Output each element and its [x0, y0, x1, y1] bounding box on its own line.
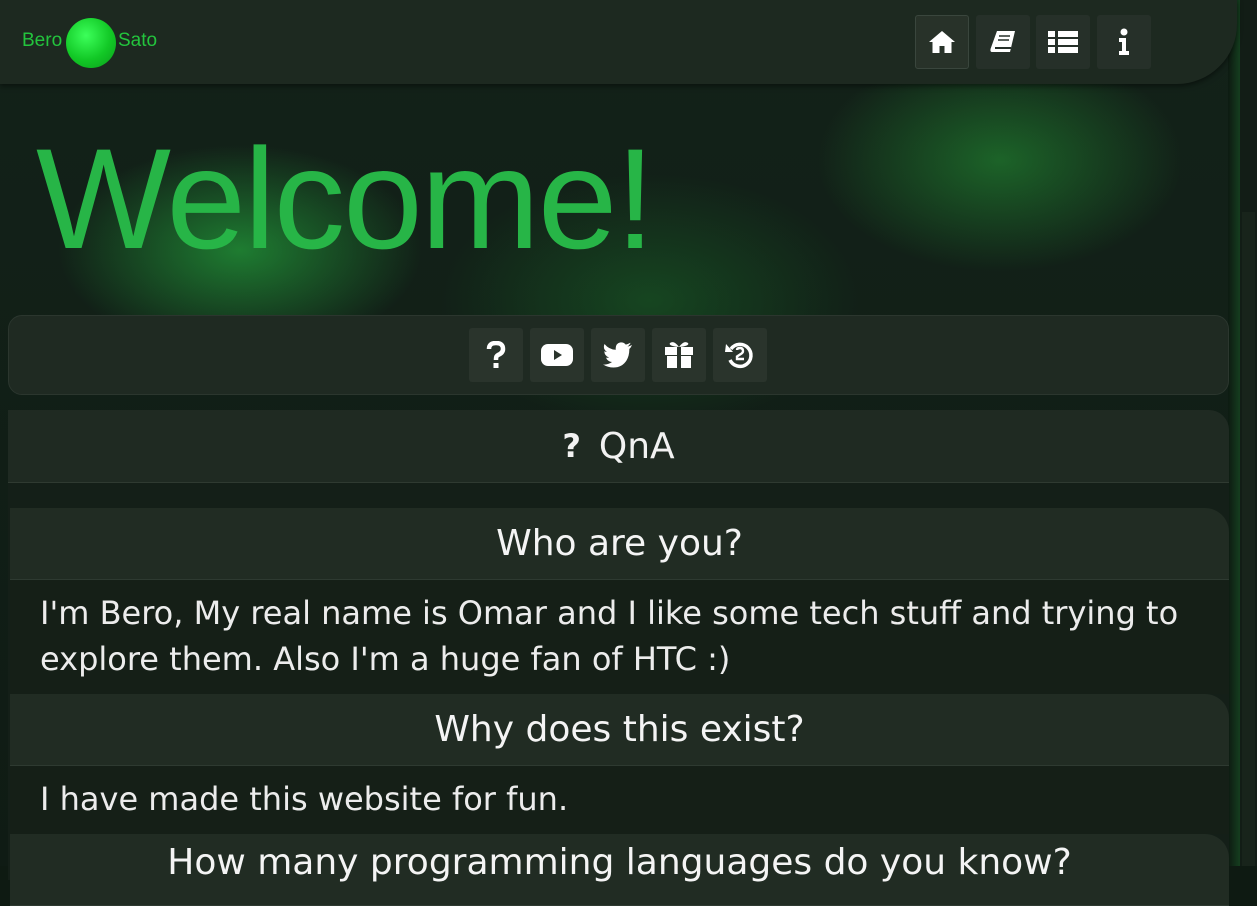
answer-who-are-you: I'm Bero, My real name is Omar and I lik… — [10, 580, 1229, 694]
top-header: Bero Sato — [0, 0, 1237, 84]
book-icon — [990, 31, 1015, 52]
logo-text-right: Sato — [118, 30, 158, 51]
question-icon: ? — [562, 427, 581, 465]
info-icon — [1119, 28, 1129, 55]
nav-book-button[interactable] — [976, 15, 1030, 69]
qna-section: ? QnA Who are you? I'm Bero, My real nam… — [8, 410, 1229, 906]
youtube-link-button[interactable] — [530, 328, 584, 382]
scrollbar-track[interactable] — [1240, 0, 1257, 866]
social-links-bar — [8, 315, 1229, 395]
gift-icon — [665, 342, 693, 368]
question-programming-languages[interactable]: How many programming languages do you kn… — [10, 834, 1229, 906]
gift-link-button[interactable] — [652, 328, 706, 382]
question-icon — [486, 341, 506, 368]
list-icon — [1048, 31, 1078, 53]
history-link-button[interactable] — [713, 328, 767, 382]
history-icon — [725, 342, 753, 369]
qna-title: QnA — [598, 425, 675, 467]
twitter-link-button[interactable] — [591, 328, 645, 382]
scrollbar-thumb[interactable] — [1242, 212, 1255, 866]
nav-list-button[interactable] — [1036, 15, 1090, 69]
question-why-exist[interactable]: Why does this exist? — [10, 694, 1229, 766]
page-title: Welcome! — [36, 120, 655, 279]
answer-why-exist: I have made this website for fun. — [10, 766, 1229, 834]
twitter-icon — [603, 342, 632, 368]
nav-info-button[interactable] — [1097, 15, 1151, 69]
question-who-are-you[interactable]: Who are you? — [10, 508, 1229, 580]
qna-link-button[interactable] — [469, 328, 523, 382]
side-glow-strip — [1228, 0, 1240, 866]
youtube-icon — [541, 344, 573, 366]
nav-home-button[interactable] — [915, 15, 969, 69]
logo-text-left: Bero — [22, 30, 63, 51]
home-icon — [929, 31, 955, 53]
logo-ball-icon — [66, 18, 116, 68]
qna-section-header: ? QnA — [8, 410, 1229, 483]
